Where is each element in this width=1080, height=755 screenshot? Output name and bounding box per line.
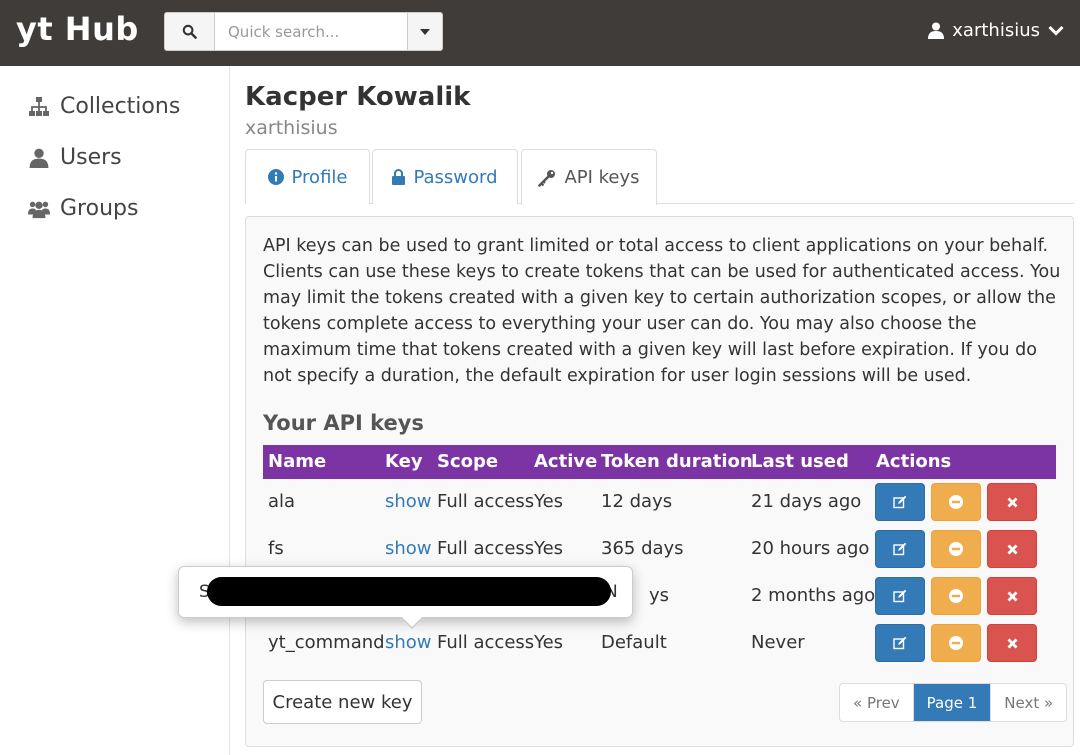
column-header: Token duration (601, 451, 753, 472)
key-name: fs (268, 538, 284, 559)
key-active: Yes (534, 538, 564, 559)
page-title: Kacper Kowalik (245, 82, 471, 112)
disable-key-button[interactable] (931, 577, 981, 615)
tab-label: Password (413, 166, 498, 188)
minus-circle-icon (949, 495, 963, 509)
table-header: Name Key Scope Active Token duration Las… (263, 445, 1056, 479)
page-subtitle: xarthisius (245, 117, 338, 139)
search-button[interactable] (165, 13, 215, 50)
column-header: Actions (876, 451, 952, 472)
sidebar-item-collections[interactable]: Collections (28, 94, 180, 119)
current-page[interactable]: Page 1 (912, 684, 991, 721)
key-duration: Default (601, 632, 667, 653)
disable-key-button[interactable] (931, 530, 981, 568)
column-header: Last used (751, 451, 849, 472)
tab-password[interactable]: Password (372, 149, 518, 204)
chevron-down-icon (1048, 25, 1064, 36)
prev-page-button[interactable]: « Prev (840, 684, 913, 721)
sidebar-item-label: Groups (60, 196, 139, 221)
key-icon (538, 169, 556, 187)
key-duration: 12 days (601, 491, 673, 512)
sidebar-item-users[interactable]: Users (28, 145, 122, 170)
section-heading: Your API keys (263, 411, 424, 435)
key-last-used: 2 months ago (751, 585, 876, 606)
disable-key-button[interactable] (931, 483, 981, 521)
user-icon (29, 148, 49, 168)
key-last-used: 20 hours ago (751, 538, 870, 559)
edit-icon (893, 589, 907, 603)
show-key-link[interactable]: show (385, 491, 432, 512)
sitemap-icon (29, 96, 49, 116)
next-page-button[interactable]: Next » (990, 684, 1066, 721)
edit-key-button[interactable] (875, 530, 925, 568)
close-icon (1007, 497, 1017, 507)
delete-key-button[interactable] (987, 483, 1037, 521)
table-row: ala show Full access Yes 12 days 21 days… (263, 480, 1056, 527)
api-keys-description: API keys can be used to grant limited or… (263, 236, 1061, 386)
popover-arrow-inner (401, 616, 423, 627)
edit-key-button[interactable] (875, 577, 925, 615)
disable-key-button[interactable] (931, 624, 981, 662)
search-input[interactable] (215, 13, 407, 50)
users-icon (28, 201, 50, 218)
edit-icon (893, 636, 907, 650)
key-last-used: Never (751, 632, 805, 653)
lock-icon (392, 169, 406, 185)
column-header: Name (268, 451, 327, 472)
key-last-used: 21 days ago (751, 491, 862, 512)
delete-key-button[interactable] (987, 624, 1037, 662)
key-name: ala (268, 491, 296, 512)
key-name: yt_command (268, 632, 385, 653)
delete-key-button[interactable] (987, 577, 1037, 615)
user-icon (928, 22, 945, 39)
redaction-bar (207, 577, 611, 606)
tab-label: Profile (291, 166, 348, 188)
search-icon (182, 24, 197, 39)
sidebar-item-label: Users (60, 145, 122, 170)
caret-down-icon (420, 28, 430, 35)
close-icon (1007, 638, 1017, 648)
edit-key-button[interactable] (875, 624, 925, 662)
show-key-link[interactable]: show (385, 632, 432, 653)
key-duration: ys (649, 585, 670, 606)
minus-circle-icon (949, 542, 963, 556)
show-key-link[interactable]: show (385, 538, 432, 559)
search-dropdown-button[interactable] (407, 13, 442, 50)
pagination: « Prev Page 1 Next » (839, 683, 1068, 722)
info-circle-icon (267, 169, 284, 185)
minus-circle-icon (949, 589, 963, 603)
tab-profile[interactable]: Profile (245, 149, 370, 204)
brand-logo[interactable]: yt Hub (16, 10, 139, 48)
tab-api-keys[interactable]: API keys (521, 149, 657, 205)
delete-key-button[interactable] (987, 530, 1037, 568)
column-header: Scope (437, 451, 499, 472)
create-new-key-button[interactable]: Create new key (263, 680, 422, 724)
username-label: xarthisius (952, 20, 1040, 41)
key-active: Yes (534, 491, 564, 512)
sidebar: Collections Users Groups (0, 66, 230, 755)
close-icon (1007, 544, 1017, 554)
key-scope: Full access (437, 632, 535, 653)
edit-icon (893, 495, 907, 509)
table-row: yt_command show Full access Yes Default … (263, 621, 1056, 668)
key-scope: Full access (437, 491, 535, 512)
key-popover: S N (178, 566, 633, 618)
tab-label: API keys (564, 167, 640, 188)
edit-icon (893, 542, 907, 556)
column-header: Key (385, 451, 423, 472)
api-keys-panel: API keys can be used to grant limited or… (245, 216, 1074, 747)
minus-circle-icon (949, 636, 963, 650)
key-active: Yes (534, 632, 564, 653)
quick-search (164, 12, 443, 51)
sidebar-item-groups[interactable]: Groups (28, 196, 138, 221)
key-scope: Full access (437, 538, 535, 559)
key-duration: 365 days (601, 538, 684, 559)
user-menu[interactable]: xarthisius (928, 20, 1064, 41)
column-header: Active (534, 451, 598, 472)
edit-key-button[interactable] (875, 483, 925, 521)
top-navbar: yt Hub xarthisius (0, 0, 1080, 66)
close-icon (1007, 591, 1017, 601)
profile-tabs: Profile Password API keys (245, 149, 1074, 205)
sidebar-item-label: Collections (60, 94, 181, 119)
